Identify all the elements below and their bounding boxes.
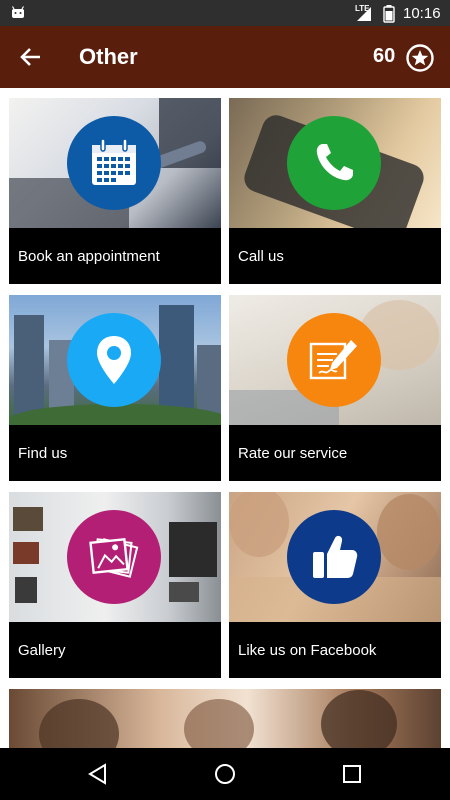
tile-find-us[interactable]: Find us <box>9 295 221 481</box>
tile-caption: Rate our service <box>229 425 441 481</box>
back-triangle-icon[interactable] <box>86 762 110 786</box>
call-badge <box>287 116 381 210</box>
gallery-badge <box>67 510 161 604</box>
phone-icon <box>316 144 353 181</box>
points-count: 60 <box>373 45 396 67</box>
like-badge <box>287 510 381 604</box>
tile-gallery[interactable]: Gallery <box>9 492 221 678</box>
photos-icon <box>89 537 139 578</box>
back-arrow-icon[interactable] <box>18 44 44 70</box>
tile-label: Find us <box>18 445 68 462</box>
lte-signal-icon <box>357 7 371 21</box>
tile-caption: Book an appointment <box>9 228 221 284</box>
system-nav-bar <box>0 748 450 800</box>
tile-caption: Gallery <box>9 622 221 678</box>
tile-grid: Book an appointment Call us Find us Rate… <box>0 88 450 748</box>
app-bar: Other 60 <box>0 26 450 88</box>
tile-label: Like us on Facebook <box>238 642 377 659</box>
clock: 10:16 <box>403 5 441 22</box>
book-badge <box>67 116 161 210</box>
tile-call-us[interactable]: Call us <box>229 98 441 284</box>
tile-book-appointment[interactable]: Book an appointment <box>9 98 221 284</box>
tile-caption: Call us <box>229 228 441 284</box>
find-badge <box>67 313 161 407</box>
star-badge-icon[interactable] <box>405 43 435 73</box>
home-circle-icon[interactable] <box>213 762 237 786</box>
recents-square-icon[interactable] <box>340 762 364 786</box>
page-title: Other <box>79 44 138 69</box>
tile-partial[interactable] <box>9 689 441 748</box>
thumbs-up-icon <box>313 535 358 578</box>
tile-label: Book an appointment <box>18 248 160 265</box>
calendar-icon <box>92 138 136 185</box>
rate-badge <box>287 313 381 407</box>
tile-like-facebook[interactable]: Like us on Facebook <box>229 492 441 678</box>
tile-label: Gallery <box>18 642 66 659</box>
tile-rate-service[interactable]: Rate our service <box>229 295 441 481</box>
tile-caption: Like us on Facebook <box>229 622 441 678</box>
map-pin-icon <box>97 336 131 384</box>
android-icon <box>11 6 25 18</box>
tile-label: Rate our service <box>238 445 348 462</box>
tile-label: Call us <box>238 248 284 265</box>
tile-caption: Find us <box>9 425 221 481</box>
photo-group-people <box>9 689 441 748</box>
battery-icon <box>383 5 395 23</box>
review-pen-icon <box>309 340 357 380</box>
status-bar: LTE 10:16 <box>0 0 450 26</box>
